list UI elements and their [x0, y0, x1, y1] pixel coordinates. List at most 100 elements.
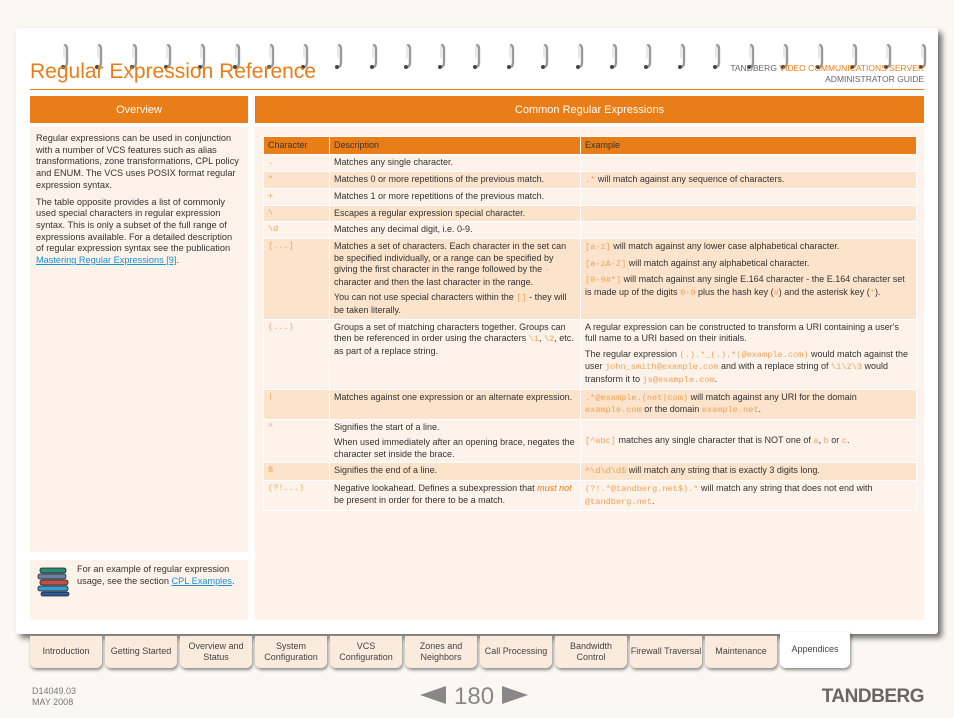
binder-ring-icon	[334, 44, 343, 69]
row-example	[580, 188, 917, 206]
next-page-icon[interactable]	[502, 685, 529, 709]
example-text: or	[828, 434, 842, 445]
tab-system-configuration[interactable]: System Configuration	[255, 636, 327, 668]
binder-ring-icon	[712, 44, 720, 69]
desc-text: You can not use special characters withi…	[334, 292, 517, 303]
table-row: . Matches any single character.	[263, 154, 917, 172]
example-text: and with a replace string of	[718, 361, 832, 372]
example-text: will match against any lower case alphab…	[610, 240, 840, 251]
desc-text: be present in order for there to be a ma…	[334, 494, 506, 505]
page-navigator: 180	[420, 682, 529, 712]
table-row: [...] Matches a set of characters. Each …	[263, 237, 917, 320]
overview-para-2-text: The table opposite provides a list of co…	[36, 196, 233, 254]
example-code: [a-z]	[585, 241, 611, 252]
regex-table: Character Description Example . Matches …	[263, 136, 917, 512]
regex-panel: Character Description Example . Matches …	[255, 127, 924, 620]
table-row: * Matches 0 or more repetitions of the p…	[263, 170, 917, 190]
example-text: will match against any alphabetical char…	[626, 257, 810, 268]
row-character: [...]	[263, 237, 330, 320]
table-row: ^ Signifies the start of a line. When us…	[263, 418, 917, 464]
mastering-regex-link[interactable]: Mastering Regular Expressions [9]	[36, 255, 176, 265]
tab-getting-started[interactable]: Getting Started	[105, 636, 177, 668]
page-number: 180	[454, 683, 495, 710]
prev-page-icon[interactable]	[420, 685, 446, 709]
row-example	[580, 204, 917, 223]
desc-text: Signifies the start of a line.	[334, 421, 440, 432]
title-divider	[30, 89, 924, 90]
document-date: MAY 2008	[32, 697, 74, 707]
example-text: A regular expression can be constructed …	[585, 321, 899, 344]
row-character: +	[263, 188, 330, 206]
tab-introduction[interactable]: Introduction	[30, 636, 102, 668]
desc-code: -	[544, 265, 550, 276]
row-character: .	[263, 154, 330, 172]
row-character: \	[263, 204, 330, 223]
example-text: .	[758, 404, 762, 415]
desc-text: Negative lookahead. Defines a subexpress…	[334, 483, 538, 494]
desc-text: Matches a set of characters. Each charac…	[334, 240, 567, 275]
tab-zones-neighbors[interactable]: Zones and Neighbors	[405, 636, 477, 668]
table-row: + Matches 1 or more repetitions of the p…	[263, 188, 917, 206]
document-id: D14049.03	[32, 686, 77, 696]
tab-overview-status[interactable]: Overview and Status	[180, 636, 252, 668]
col-header-example: Example	[580, 136, 917, 155]
example-text: plus the hash key (	[695, 286, 774, 297]
brand-prefix: TANDBERG	[730, 63, 777, 73]
row-description: Matches 1 or more repetitions of the pre…	[329, 188, 581, 206]
row-example	[580, 221, 917, 239]
tab-bandwidth-control[interactable]: Bandwidth Control	[555, 636, 627, 668]
row-character: (...)	[263, 318, 330, 390]
row-character: *	[263, 170, 330, 190]
page-title: Regular Expression Reference	[30, 60, 316, 83]
binder-ring-icon	[643, 44, 652, 69]
regex-heading: Common Regular Expressions	[255, 96, 924, 123]
row-example: A regular expression can be constructed …	[580, 318, 917, 390]
binder-ring-icon	[369, 44, 377, 69]
row-description: Signifies the end of a line.	[329, 462, 581, 482]
row-example: (?!.*@tandberg.net$).* will match any st…	[580, 480, 917, 512]
desc-code: []	[516, 293, 527, 304]
note-panel: For an example of regular expression usa…	[30, 560, 248, 620]
row-example	[580, 154, 917, 172]
example-text: will match against any sequence of chara…	[595, 173, 785, 184]
binder-ring-icon	[609, 44, 617, 69]
desc-text: character and then the last character in…	[334, 276, 534, 287]
row-description: Matches against one expression or an alt…	[329, 388, 581, 420]
books-icon	[36, 566, 72, 597]
example-text: .	[846, 434, 850, 445]
example-code: \1\2\3	[831, 362, 862, 373]
tab-appendices[interactable]: Appendices	[780, 632, 850, 668]
col-header-character: Character	[263, 136, 330, 155]
overview-heading: Overview	[30, 96, 248, 123]
desc-emphasis: must not	[537, 483, 572, 494]
note-text: For an example of regular expression usa…	[77, 564, 242, 587]
tab-firewall-traversal[interactable]: Firewall Traversal	[630, 636, 702, 668]
table-header-row: Character Description Example	[263, 136, 917, 155]
table-row: (...) Groups a set of matching character…	[263, 318, 917, 390]
example-code: js@example.com	[642, 374, 715, 385]
row-character: \d	[263, 221, 330, 239]
col-header-description: Description	[329, 136, 581, 155]
table-row: $ Signifies the end of a line. ^\d\d\d$ …	[263, 462, 917, 482]
example-code: example.com	[585, 405, 642, 416]
row-example: [^abc] matches any single character that…	[580, 418, 917, 464]
example-code: .*	[585, 174, 596, 185]
example-code: @tandberg.net	[585, 496, 653, 507]
desc-code: \1	[528, 334, 539, 345]
brand-product: VIDEO COMMUNICATIONS SERVER	[779, 63, 924, 73]
overview-panel: Regular expressions can be used in conju…	[30, 127, 248, 552]
tab-call-processing[interactable]: Call Processing	[480, 636, 552, 668]
example-code: example.net	[701, 405, 759, 416]
binder-ring-icon	[575, 44, 583, 69]
document-info: D14049.03 MAY 2008	[32, 686, 76, 708]
tab-maintenance[interactable]: Maintenance	[705, 636, 777, 668]
tab-vcs-configuration[interactable]: VCS Configuration	[330, 636, 402, 668]
cpl-examples-link[interactable]: CPL Examples	[172, 576, 232, 586]
brand-header: TANDBERG VIDEO COMMUNICATIONS SERVER ADM…	[730, 63, 924, 85]
example-text: or the domain	[641, 404, 702, 415]
example-code: [a-zA-Z]	[585, 258, 627, 269]
row-character: (?!...)	[263, 480, 330, 512]
tandberg-logo: TANDBERG	[821, 686, 925, 707]
binder-ring-icon	[472, 44, 480, 69]
example-text: will match any string that does not end …	[698, 483, 873, 494]
